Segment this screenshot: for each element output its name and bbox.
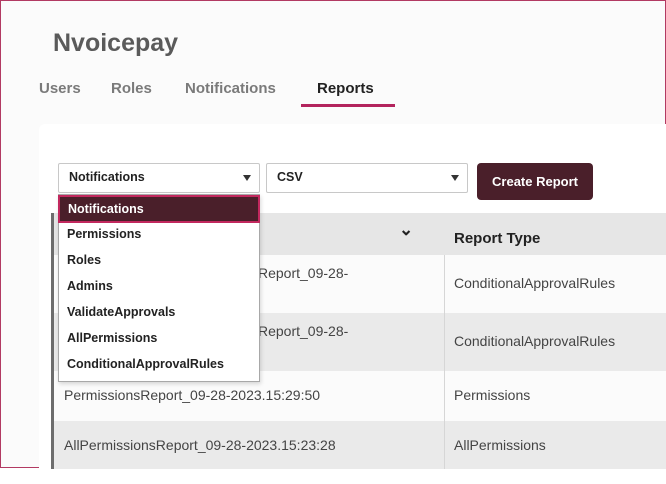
- dropdown-option-conditionalapprovalrules[interactable]: ConditionalApprovalRules: [59, 351, 255, 377]
- column-divider: [444, 255, 445, 469]
- app-title: Nvoicepay: [53, 29, 179, 57]
- dropdown-option-allpermissions[interactable]: AllPermissions: [59, 325, 255, 351]
- format-select-value: CSV: [277, 170, 303, 184]
- dropdown-option-label: Notifications: [68, 202, 144, 216]
- dropdown-option-admins[interactable]: Admins: [59, 273, 255, 299]
- dropdown-option-label: ConditionalApprovalRules: [67, 357, 224, 371]
- tab-roles[interactable]: Roles: [111, 80, 152, 107]
- format-select[interactable]: CSV: [266, 163, 468, 193]
- table-cell-report-name: Report_09-28-: [258, 323, 349, 339]
- table-cell-report-name: AllPermissionsReport_09-28-2023.15:23:28: [64, 437, 336, 453]
- dropdown-option-label: AllPermissions: [67, 331, 158, 345]
- dropdown-option-label: Permissions: [67, 227, 142, 241]
- report-type-select[interactable]: Notifications: [58, 163, 260, 193]
- table-cell-report-name: PermissionsReport_09-28-2023.15:29:50: [64, 387, 321, 403]
- caret-down-icon: [243, 175, 251, 181]
- table-cell-report-name: Report_09-28-: [258, 265, 349, 281]
- dropdown-option-notifications[interactable]: Notifications: [58, 195, 260, 223]
- tab-users[interactable]: Users: [39, 80, 81, 107]
- table-left-border: [51, 213, 54, 469]
- table-cell-report-type: AllPermissions: [454, 437, 546, 453]
- active-tab-indicator: [301, 104, 395, 107]
- dropdown-option-label: ValidateApprovals: [67, 305, 176, 319]
- report-type-select-value: Notifications: [69, 170, 145, 184]
- app-window: Nvoicepay Users Roles Notifications Repo…: [0, 0, 666, 484]
- create-report-button[interactable]: Create Report: [477, 163, 593, 200]
- tab-reports[interactable]: Reports: [317, 80, 374, 107]
- table-cell-report-type: Permissions: [454, 387, 531, 403]
- dropdown-option-label: Admins: [67, 279, 113, 293]
- column-header-report-type[interactable]: Report Type: [454, 230, 540, 247]
- chevron-down-icon[interactable]: ⌄: [399, 220, 413, 240]
- table-cell-report-type: ConditionalApprovalRules: [454, 333, 616, 349]
- table-cell-report-type: ConditionalApprovalRules: [454, 275, 616, 291]
- caret-down-icon: [451, 175, 459, 181]
- table-row[interactable]: AllPermissionsReport_09-28-2023.15:23:28…: [54, 421, 666, 469]
- dropdown-option-validateapprovals[interactable]: ValidateApprovals: [59, 299, 255, 325]
- dropdown-option-label: Roles: [67, 253, 102, 267]
- tab-notifications[interactable]: Notifications: [185, 80, 276, 107]
- dropdown-option-roles[interactable]: Roles: [59, 247, 255, 273]
- dropdown-option-permissions[interactable]: Permissions: [59, 221, 255, 247]
- report-type-dropdown-menu: Notifications Permissions Roles Admins V…: [58, 194, 260, 382]
